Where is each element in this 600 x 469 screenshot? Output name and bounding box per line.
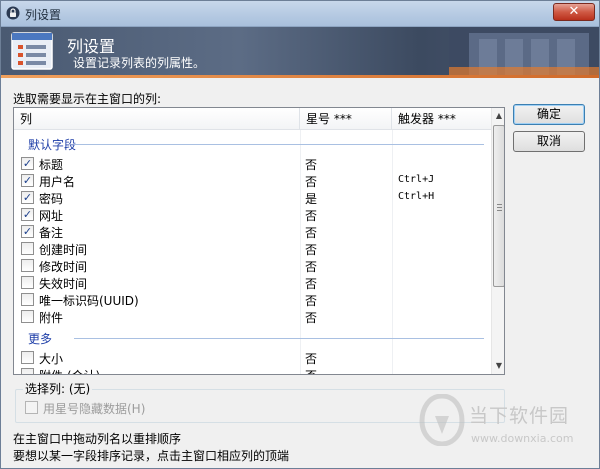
list-item[interactable]: 修改时间 否: [14, 257, 491, 274]
banner-decoration: [449, 27, 599, 77]
banner-subtitle: 设置记录列表的列属性。: [73, 56, 206, 70]
column-star-value: 否: [305, 311, 318, 325]
column-name: 附件 (合计): [39, 367, 100, 374]
watermark-url: www.downxia.com: [471, 432, 574, 445]
hide-with-asterisks-checkbox[interactable]: [25, 401, 38, 414]
column-star-value: 否: [305, 352, 318, 366]
list-item[interactable]: 唯一标识码(UUID) 否: [14, 291, 491, 308]
column-checkbox[interactable]: [21, 276, 34, 289]
column-checkbox[interactable]: [21, 368, 34, 374]
list-item[interactable]: ✓ 网址 否: [14, 206, 491, 223]
list-item[interactable]: ✓ 备注 否: [14, 223, 491, 240]
lock-icon: [6, 6, 20, 20]
column-checkbox[interactable]: ✓: [21, 174, 34, 187]
group-divider: [74, 144, 484, 145]
column-name: 密码: [39, 192, 64, 206]
header-trigger[interactable]: 触发器 ***: [392, 108, 491, 130]
column-list[interactable]: 列 星号 *** 触发器 *** 默认字段 ✓ 标题否 ✓ 用户名否 Ctrl+J ✓ 密码是…: [13, 107, 505, 375]
list-item[interactable]: ✓ 标题 否: [14, 155, 491, 172]
list-item[interactable]: ✓ 密码 是 Ctrl+H: [14, 189, 491, 206]
close-button[interactable]: ✕: [553, 3, 595, 21]
column-trigger-value: Ctrl+J: [398, 174, 435, 185]
column-star-value: 否: [305, 294, 318, 308]
ok-button[interactable]: 确定: [513, 104, 585, 125]
column-star-value: 否: [305, 277, 318, 291]
column-name: 备注: [39, 226, 64, 240]
column-star-value: 否: [305, 209, 318, 223]
watermark-logo-icon: [419, 394, 465, 446]
scroll-thumb[interactable]: [493, 125, 504, 287]
column-name: 标题: [39, 158, 64, 172]
column-name: 修改时间: [39, 260, 88, 274]
list-item[interactable]: ✓ 用户名 否 Ctrl+J: [14, 172, 491, 189]
column-star-value: 否: [305, 243, 318, 257]
cancel-button[interactable]: 取消: [513, 131, 585, 152]
group-divider: [74, 338, 484, 339]
list-item[interactable]: 创建时间 否: [14, 240, 491, 257]
column-checkbox[interactable]: [21, 293, 34, 306]
list-item[interactable]: 失效时间 否: [14, 274, 491, 291]
column-star-value: 否: [305, 260, 318, 274]
column-checkbox[interactable]: [21, 310, 34, 323]
instruction-label: 选取需要显示在主窗口的列:: [13, 92, 162, 106]
title-bar[interactable]: 列设置 ✕: [1, 1, 599, 27]
list-item[interactable]: 附件 否: [14, 308, 491, 325]
column-star-value: 否: [305, 226, 318, 240]
column-star-value: 否: [305, 367, 317, 374]
column-trigger-value: Ctrl+H: [398, 191, 435, 202]
header-star[interactable]: 星号 ***: [300, 108, 392, 130]
list-item[interactable]: 大小 否: [14, 349, 491, 366]
column-name: 网址: [39, 209, 64, 223]
hint-reorder: 在主窗口中拖动列名以重排顺序: [13, 432, 182, 446]
column-name: 大小: [39, 352, 64, 366]
hide-with-asterisks-label: 用星号隐藏数据(H): [43, 402, 146, 416]
column-checkbox[interactable]: ✓: [21, 225, 34, 238]
column-settings-dialog: 列设置 ✕ 列设置 设置记录列表的列属性。 选取需要显示在主窗口的列: 列 星号…: [0, 0, 600, 469]
watermark-text: 当下软件园: [469, 405, 570, 427]
group-header: 更多: [28, 332, 53, 346]
column-checkbox[interactable]: [21, 259, 34, 272]
column-name: 创建时间: [39, 243, 88, 257]
column-name: 失效时间: [39, 277, 88, 291]
column-checkbox[interactable]: ✓: [21, 157, 34, 170]
selected-column-label: 选择列: (无): [23, 380, 93, 397]
group-header: 默认字段: [28, 138, 77, 152]
header-column[interactable]: 列: [14, 108, 300, 130]
column-star-value: 否: [305, 158, 318, 172]
column-star-value: 否: [305, 175, 318, 189]
scroll-up-icon[interactable]: ▲: [492, 108, 504, 124]
column-star-value: 是: [305, 192, 318, 206]
column-checkbox[interactable]: ✓: [21, 208, 34, 221]
window-title: 列设置: [25, 8, 62, 22]
column-list-icon: [11, 32, 53, 70]
vertical-scrollbar[interactable]: ▲ ▼: [491, 108, 504, 374]
column-name: 附件: [39, 311, 64, 325]
column-name: 唯一标识码(UUID): [39, 294, 139, 308]
banner-accent-line: [1, 75, 599, 78]
column-checkbox[interactable]: ✓: [21, 191, 34, 204]
column-checkbox[interactable]: [21, 351, 34, 364]
scroll-down-icon[interactable]: ▼: [492, 358, 504, 374]
hint-sort: 要想以某一字段排序记录，点击主窗口相应列的顶端: [13, 449, 290, 463]
column-checkbox[interactable]: [21, 242, 34, 255]
list-item[interactable]: 附件 (合计) 否: [14, 366, 491, 374]
column-name: 用户名: [39, 175, 76, 189]
list-header: 列 星号 *** 触发器 ***: [14, 108, 491, 130]
